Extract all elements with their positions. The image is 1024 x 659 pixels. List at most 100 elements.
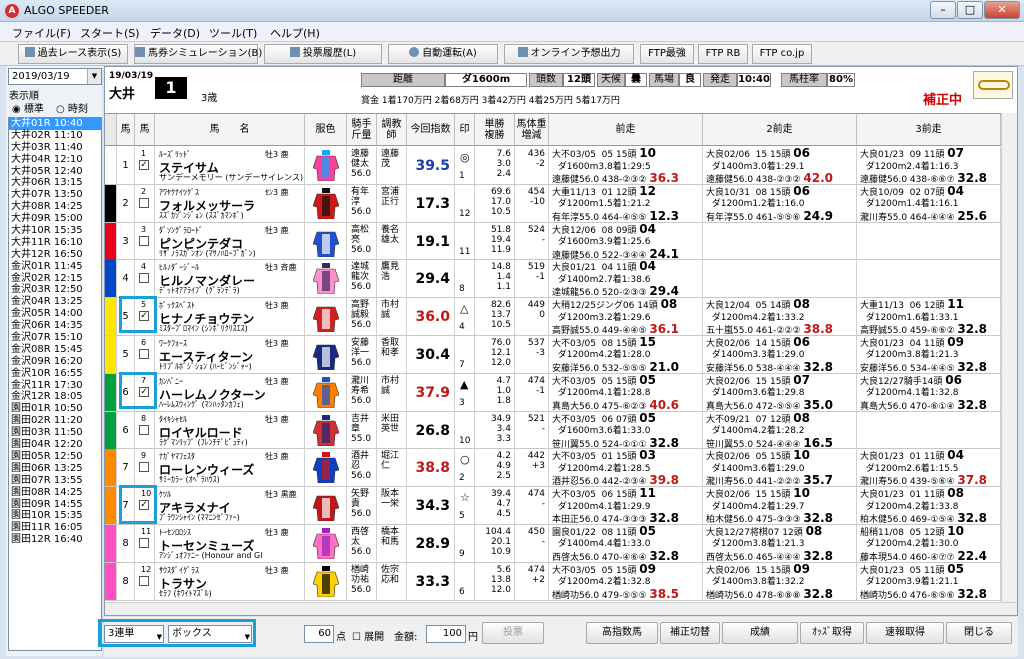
- race-list-item[interactable]: 園田01R 10:50: [9, 403, 101, 415]
- prev2-cell[interactable]: 大良12/27将棋07 12頭 08 ダ1200m3.8着1:21.3 西啓太5…: [703, 524, 857, 563]
- prev2-cell[interactable]: 大良02/06 15 15頭 06 ダ1400m3.0着1:29.1 遠藤健56…: [703, 147, 857, 185]
- race-list-item[interactable]: 金沢12R 18:05: [9, 391, 101, 403]
- odds-fetch-button[interactable]: ｵｯｽﾞ取得: [800, 622, 864, 644]
- bet-type-select[interactable]: 3連単 ▼: [104, 625, 164, 643]
- mark-cell[interactable]: ▲ 3: [455, 373, 475, 411]
- prev2-cell[interactable]: 大良02/06 15 15頭 10 ダ1400m4.2着1:29.7 柏木健56…: [703, 487, 857, 525]
- race-list-item[interactable]: 金沢03R 12:50: [9, 284, 101, 296]
- prev3-cell[interactable]: [857, 260, 1001, 298]
- mark-cell[interactable]: 7: [455, 335, 475, 373]
- race-list[interactable]: 大井01R 10:40 大井02R 11:10 大井03R 11:40 大井04R 1…: [8, 117, 102, 651]
- menu-file[interactable]: ファイル(F): [12, 25, 71, 41]
- menu-help[interactable]: ヘルプ(H): [270, 25, 320, 41]
- race-list-item[interactable]: 大井03R 11:40: [9, 142, 101, 154]
- radio-time[interactable]: ○ 時刻: [56, 100, 88, 115]
- mark-cell[interactable]: 9: [455, 524, 475, 562]
- ftp-cojp-button[interactable]: FTP co.jp: [752, 44, 812, 64]
- race-list-item[interactable]: 大井01R 10:40: [9, 118, 101, 130]
- select-checkbox[interactable]: [139, 462, 149, 473]
- prev3-cell[interactable]: 大良12/27騎手14頭 06 ダ1200m4.1着1:32.8 真島大56.0…: [857, 373, 1001, 412]
- horse-cell[interactable]: 1 ﾙｰｽﾞﾘｯﾄﾞ 牡3 鹿 ステイサム サンデーメモリー (サンデーサイレン…: [141, 147, 305, 184]
- prev1-cell[interactable]: 大不03/05 06 15頭 11 ダ1200m4.1着1:29.9 本田正56…: [549, 487, 703, 525]
- vote-button[interactable]: 投票: [482, 622, 544, 644]
- horse-cell[interactable]: 10 ｹﾂﾙ 牡3 黒鹿 アキラメナイ ﾌﾞﾗｳﾝｼｬｲﾝ (ﾏﾏﾆﾝｾﾞﾌｧｰ…: [141, 487, 305, 525]
- prev2-cell[interactable]: 大良02/06 15 15頭 07 ダ1400m3.6着1:29.8 真島大56…: [703, 373, 857, 412]
- race-list-item[interactable]: 金沢10R 16:55: [9, 368, 101, 380]
- race-list-item[interactable]: 園田02R 11:20: [9, 415, 101, 427]
- online-output-button[interactable]: オンライン予想出力: [504, 44, 634, 64]
- past-race-button[interactable]: 過去レース表示(S): [18, 44, 128, 64]
- prev3-cell[interactable]: 船稍11/08 05 12頭 10 ダ1200m4.2着1:30.0 藤本現54…: [857, 524, 1001, 563]
- prev2-cell[interactable]: 大良02/06 14 15頭 06 ダ1400m3.3着1:29.0 安藤洋56…: [703, 335, 857, 374]
- select-checkbox[interactable]: [139, 235, 149, 246]
- close-button[interactable]: 閉じる: [946, 622, 1012, 644]
- minimize-button[interactable]: –: [930, 1, 956, 19]
- mark-cell[interactable]: 8: [455, 260, 475, 298]
- prev3-cell[interactable]: [857, 222, 1001, 260]
- prev1-cell[interactable]: 大不03/05 06 07頭 05 ダ1600m3.6着1:33.0 笹川翼55…: [549, 411, 703, 450]
- race-list-item[interactable]: 園田10R 15:35: [9, 510, 101, 522]
- race-list-item[interactable]: 大井08R 14:25: [9, 201, 101, 213]
- horizontal-scrollbar[interactable]: [105, 602, 1017, 615]
- select-checkbox[interactable]: ✓: [139, 160, 149, 170]
- prev2-cell[interactable]: 大良02/06 15 15頭 09 ダ1400m3.8着1:32.2 楢崎功56…: [703, 562, 857, 601]
- menu-data[interactable]: データ(D): [150, 25, 200, 41]
- menu-tools[interactable]: ツール(T): [209, 25, 257, 41]
- prev2-cell[interactable]: [703, 222, 857, 260]
- results-button[interactable]: 成績: [722, 622, 798, 644]
- horse-cell[interactable]: 6 ﾜｰｸﾌｫｰｽ 牡3 鹿 エースティターン ﾄﾘﾌﾟﾙﾎﾞｼﾞｼｮﾝ (ﾊｰ…: [141, 335, 305, 373]
- race-list-item[interactable]: 大井10R 15:35: [9, 225, 101, 237]
- race-list-item[interactable]: 園田11R 16:05: [9, 522, 101, 534]
- horse-cell[interactable]: 3 ﾀﾞｿﾝｸﾞﾗﾛｰﾄﾞ 牡3 鹿 ピンピンテダコ ﾘｻﾞﾉﾗｽｶﾞﾝｵﾝ (…: [141, 222, 305, 260]
- prev2-cell[interactable]: 大良02/06 05 15頭 10 ダ1400m3.6着1:29.0 瀧川寿56…: [703, 449, 857, 487]
- ftp-rb-button[interactable]: FTP RB: [698, 44, 748, 64]
- prev1-cell[interactable]: 大稍12/25ジング06 14頭 08 ダ1200m3.2着1:29.6 高野誠…: [549, 298, 703, 336]
- vote-history-button[interactable]: 投票履歴(L): [264, 44, 382, 64]
- correction-toggle-button[interactable]: 補正切替: [660, 622, 720, 644]
- prev1-cell[interactable]: 大重11/13 01 12頭 12 ダ1200m1.5着1:21.2 有年淳55…: [549, 184, 703, 223]
- race-list-item[interactable]: 園田07R 13:55: [9, 475, 101, 487]
- mark-cell[interactable]: ◎ 1: [455, 147, 475, 184]
- prev2-cell[interactable]: [703, 260, 857, 298]
- race-list-item[interactable]: 金沢08R 15:45: [9, 344, 101, 356]
- race-list-item[interactable]: 金沢06R 14:35: [9, 320, 101, 332]
- race-list-item[interactable]: 金沢02R 12:15: [9, 273, 101, 285]
- prev2-cell[interactable]: 大良12/04 05 14頭 08 ダ1200m4.2着1:33.2 五十嵐55…: [703, 298, 857, 336]
- race-list-item[interactable]: 園田08R 14:25: [9, 487, 101, 499]
- race-list-item[interactable]: 園田03R 11:50: [9, 427, 101, 439]
- amount-input[interactable]: 100: [426, 625, 466, 643]
- prev3-cell[interactable]: 大良01/23 04 11頭 09 ダ1200m3.8着1:21.3 安藤洋56…: [857, 335, 1001, 374]
- race-list-item[interactable]: 大井11R 16:10: [9, 237, 101, 249]
- horse-cell[interactable]: 4 ﾋﾙﾉﾀﾞｰｼﾞｰﾙ 牡3 斉鹿 ヒルノマンダレー ﾃﾞｯﾄｵｱｱﾗｲﾌﾞ …: [141, 260, 305, 298]
- vertical-scrollbar[interactable]: [1001, 113, 1017, 602]
- horse-cell[interactable]: 8 ﾀｲｷｼｬｾﾙ 牡3 鹿 ロイヤルロード ﾗｸﾞﾏﾝﾘｯﾌﾟ (ﾌﾚﾝﾁﾃﾞ…: [141, 411, 305, 449]
- race-list-item[interactable]: 大井06R 13:15: [9, 177, 101, 189]
- prev1-cell[interactable]: 大不03/05 08 15頭 15 ダ1200m4.2着1:28.0 安藤洋56…: [549, 335, 703, 374]
- horse-cell[interactable]: 9 ﾅｶﾞﾔﾏﾌｪｽﾀ 牡3 鹿 ローレンウィーズ ｻﾐｰｶﾗｰ (ｵﾍﾟﾗﾊｳ…: [141, 449, 305, 487]
- prev3-cell[interactable]: 大良01/23 01 11頭 04 ダ1200m2.6着1:15.5 瀧川寿56…: [857, 449, 1001, 487]
- select-checkbox[interactable]: [139, 424, 149, 435]
- horse-cell[interactable]: 7 ｶﾝﾊﾟﾆｰ 牡3 鹿 ハーレムノクターン ﾊｰﾚﾑｽｳｨﾝｸﾞ (ﾏﾝﾊｯ…: [141, 373, 305, 411]
- select-checkbox[interactable]: [139, 273, 149, 284]
- prev1-cell[interactable]: 大不03/05 05 15頭 05 ダ1200m4.1着1:28.8 真島大56…: [549, 373, 703, 412]
- race-list-item[interactable]: 金沢07R 15:10: [9, 332, 101, 344]
- date-picker[interactable]: 2019/03/19 ▼: [8, 68, 102, 85]
- mark-cell[interactable]: 6: [455, 562, 475, 600]
- race-list-item[interactable]: 大井09R 15:00: [9, 213, 101, 225]
- prev1-cell[interactable]: 大良01/21 04 11頭 04 ダ1400m2.7着1:38.6 達城龍56…: [549, 260, 703, 298]
- high-score-button[interactable]: 高指数馬: [586, 622, 658, 644]
- flash-fetch-button[interactable]: 速報取得: [866, 622, 944, 644]
- mark-cell[interactable]: 11: [455, 222, 475, 260]
- select-checkbox[interactable]: [139, 197, 149, 208]
- close-window-button[interactable]: ✕: [984, 1, 1020, 19]
- horse-cell[interactable]: 11 ﾄｰｾﾝﾛﾛｼｽ 牡3 鹿 トーセンミューズ ｱﾝｼﾞｭｵﾌｧﾆｰ (Ho…: [141, 524, 305, 562]
- prev1-cell[interactable]: 大不03/05 05 15頭 10 ダ1600m3.8着1:29:5 遠藤健56…: [549, 147, 703, 185]
- select-checkbox[interactable]: ✓: [139, 311, 149, 322]
- prev3-cell[interactable]: [857, 411, 1001, 449]
- select-checkbox[interactable]: [139, 537, 149, 548]
- select-checkbox[interactable]: ✓: [139, 500, 149, 511]
- radio-standard[interactable]: ◉ 標準: [12, 100, 44, 115]
- horse-cell[interactable]: 5 ﾎﾞｯｸｽﾍﾞｽﾄ 牡3 鹿 ヒナノチョウテン ﾐｽﾀｰﾌﾟﾛﾏｲﾝ (ｼﾝ…: [141, 298, 305, 336]
- prev3-cell[interactable]: 大良01/23 01 11頭 08 ダ1200m4.2着1:33.8 柏木健56…: [857, 487, 1001, 525]
- mark-cell[interactable]: 12: [455, 184, 475, 222]
